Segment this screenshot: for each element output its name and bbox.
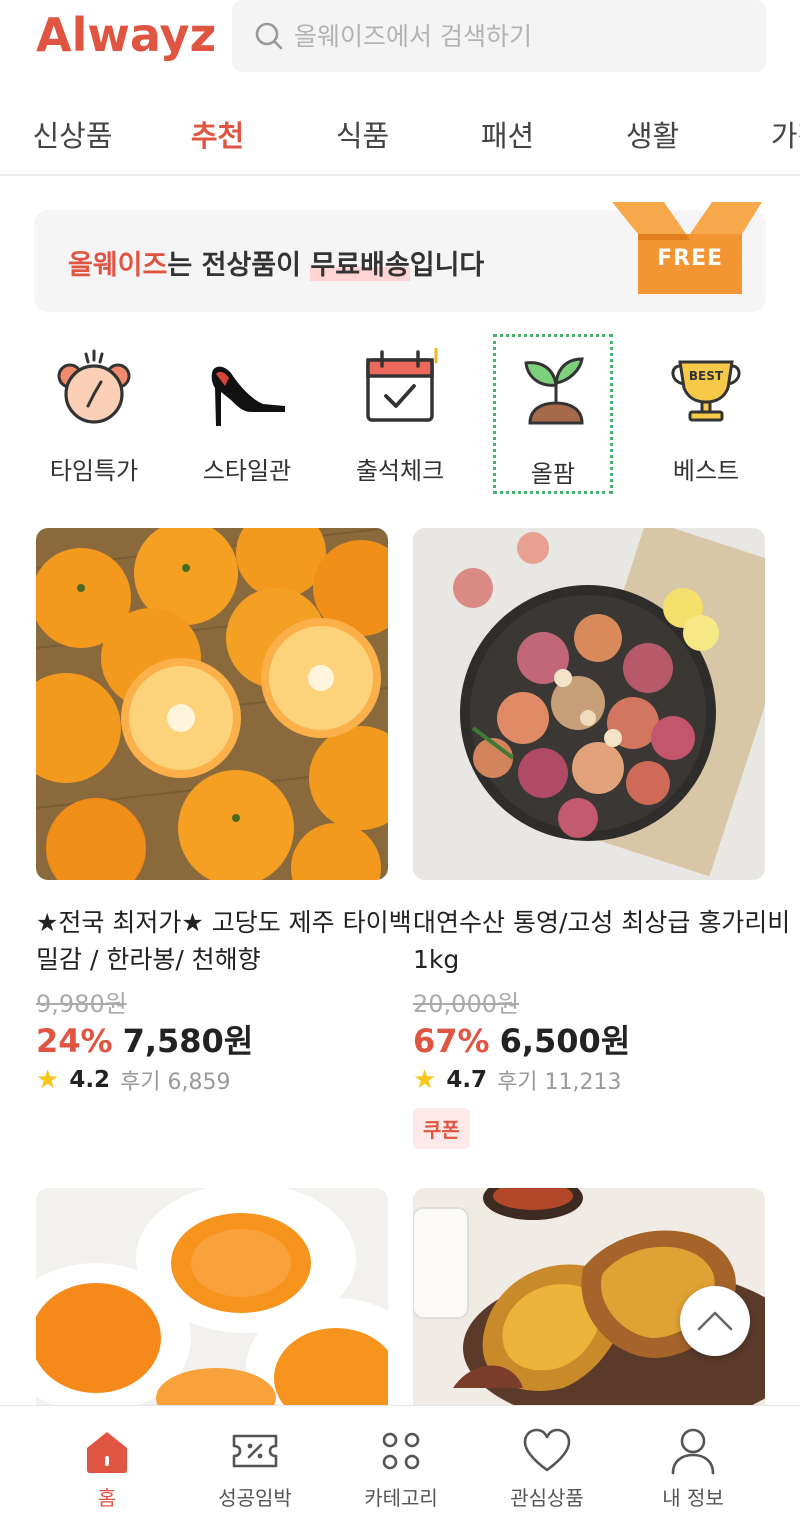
search-input[interactable] (294, 21, 734, 51)
alarm-clock-icon (57, 349, 131, 424)
user-icon (671, 1428, 715, 1475)
quick-menu: 타임특가 스타일관 출석체크 올팜 BEST 베스트 (0, 330, 800, 500)
heart-icon (523, 1428, 571, 1472)
review-count: 후기 11,213 (497, 1070, 622, 1095)
sale-price: 6,500원 (499, 1022, 631, 1060)
svg-text:BEST: BEST (689, 369, 724, 383)
product-card[interactable] (36, 1188, 388, 1405)
free-badge: FREE (656, 246, 724, 271)
bottom-navigation: 홈 성공임박 카테고리 관심상품 내 정보 (0, 1405, 800, 1535)
product-card[interactable]: ★전국 최저가★ 고당도 제주 타이백밀감 / 한라봉/ 천해향 9,980원 … (36, 528, 412, 1128)
review-count: 후기 6,859 (120, 1070, 231, 1095)
original-price: 9,980원 (36, 990, 127, 1018)
discount-rate: 24% (36, 1022, 113, 1060)
price-row: 67% 6,500원 (413, 1016, 630, 1062)
original-price: 20,000원 (413, 990, 520, 1018)
star-icon: ★ (413, 1065, 437, 1095)
chevron-up-icon (697, 1311, 733, 1331)
grid-dots-icon (382, 1432, 420, 1470)
sprout-icon (524, 357, 584, 425)
quick-menu-label: 타임특가 (49, 457, 139, 485)
quick-menu-label: 올팜 (530, 460, 576, 488)
nav-my-info[interactable]: 내 정보 (628, 1426, 758, 1516)
quick-menu-label: 베스트 (672, 457, 740, 485)
free-shipping-banner[interactable]: 올웨이즈는 전상품이 무료배송입니다 FREE (34, 202, 766, 312)
nav-label: 홈 (97, 1486, 117, 1510)
tab-appliances[interactable]: 가전 (725, 92, 800, 174)
best-trophy-icon: BEST (671, 360, 741, 422)
banner-text-part1: 는 전상품이 (167, 250, 311, 281)
banner-text-part2: 입니다 (409, 250, 485, 281)
rating-score: 4.7 (446, 1067, 488, 1093)
product-name[interactable]: ★전국 최저가★ 고당도 제주 타이백밀감 / 한라봉/ 천해향 (36, 904, 416, 978)
quick-menu-best[interactable]: BEST 베스트 (646, 334, 766, 494)
price-row: 24% 7,580원 (36, 1016, 253, 1062)
quick-menu-attendance[interactable]: 출석체크 (340, 334, 460, 494)
quick-menu-label: 스타일관 (202, 457, 292, 485)
nav-wishlist[interactable]: 관심상품 (482, 1426, 612, 1516)
nav-label: 카테고리 (364, 1486, 438, 1510)
banner-text: 올웨이즈는 전상품이 무료배송입니다 (68, 243, 484, 282)
discount-rate: 67% (413, 1022, 490, 1060)
high-heel-icon (211, 366, 285, 426)
quick-menu-label: 출석체크 (355, 457, 445, 485)
tab-food[interactable]: 식품 (290, 92, 435, 174)
star-icon: ★ (36, 1065, 60, 1095)
product-card[interactable]: 대연수산 통영/고성 최상급 홍가리비 1kg 20,000원 67% 6,500… (413, 528, 790, 1149)
free-box-icon: FREE (612, 202, 762, 294)
product-name[interactable]: 대연수산 통영/고성 최상급 홍가리비 1kg (413, 904, 793, 978)
banner-brand: 올웨이즈 (68, 250, 168, 281)
nav-label: 관심상품 (510, 1486, 584, 1510)
scroll-to-top-button[interactable] (680, 1286, 750, 1356)
tab-living[interactable]: 생활 (580, 92, 725, 174)
rating-row: ★ 4.2 후기 6,859 (36, 1064, 231, 1096)
home-icon (87, 1432, 127, 1473)
tab-fashion[interactable]: 패션 (435, 92, 580, 174)
quick-menu-style[interactable]: 스타일관 (187, 334, 307, 494)
nav-home[interactable]: 홈 (42, 1426, 172, 1516)
quick-menu-time-deal[interactable]: 타임특가 (34, 334, 154, 494)
alwayz-logo[interactable]: Alwayz (36, 8, 216, 62)
ticket-icon (232, 1434, 278, 1468)
rating-score: 4.2 (69, 1067, 111, 1093)
product-image-tangerines[interactable] (36, 528, 388, 880)
banner-highlight: 무료배송 (310, 250, 410, 281)
nav-label: 성공임박 (218, 1486, 292, 1510)
app-header: Alwayz (0, 0, 800, 90)
product-image-scallops[interactable] (413, 528, 765, 880)
nav-label: 내 정보 (662, 1486, 724, 1510)
product-image-eggs[interactable] (36, 1188, 388, 1405)
tab-new[interactable]: 신상품 (0, 92, 145, 174)
tab-recommended[interactable]: 추천 (145, 92, 290, 174)
search-bar[interactable] (232, 0, 766, 72)
sale-price: 7,580원 (122, 1022, 254, 1060)
nav-ending-soon[interactable]: 성공임박 (190, 1426, 320, 1516)
rating-row: ★ 4.7 후기 11,213 (413, 1064, 622, 1096)
calendar-check-icon (366, 348, 438, 422)
search-icon (255, 22, 283, 50)
nav-category[interactable]: 카테고리 (336, 1426, 466, 1516)
quick-menu-allfarm[interactable]: 올팜 (493, 334, 613, 494)
category-tabs: 신상품 추천 식품 패션 생활 가전 (0, 92, 800, 176)
coupon-badge: 쿠폰 (413, 1108, 470, 1149)
